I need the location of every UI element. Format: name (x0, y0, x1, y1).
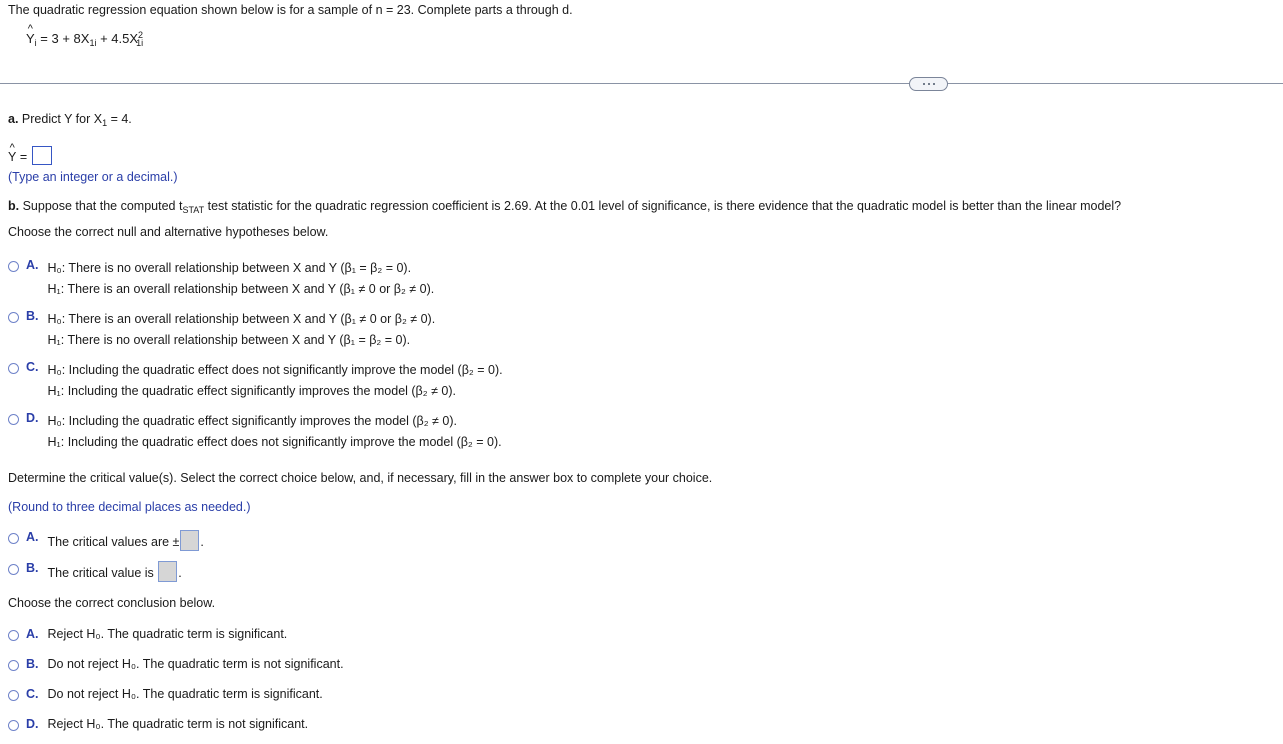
section-divider (0, 76, 1283, 92)
equation-quadratic-term: + 4.5X (100, 31, 139, 46)
critical-value-input[interactable] (158, 561, 178, 582)
option-text: The critical value is . (48, 561, 182, 582)
null-hypothesis-line: H₀: Including the quadratic effect does … (47, 363, 503, 377)
equation-rhs-start: = 3 + 8X (40, 31, 90, 46)
radio-icon[interactable] (8, 363, 19, 374)
y-hat-symbol: ^ Y (26, 24, 35, 47)
regression-equation: ^ Yi = 3 + 8X1i + 4.5X21i (26, 24, 144, 49)
more-options-button[interactable] (909, 77, 948, 91)
part-a-answer-input[interactable] (31, 146, 52, 165)
option-letter: C. (26, 687, 39, 701)
option-letter: B. (26, 561, 39, 575)
conclusion-option-a[interactable]: A. Reject H₀. The quadratic term is sign… (8, 627, 287, 642)
option-letter: D. (26, 717, 39, 731)
y-hat-symbol-answer: ^ Y (8, 143, 16, 165)
radio-icon[interactable] (8, 660, 19, 671)
option-letter: A. (26, 627, 39, 641)
radio-icon[interactable] (8, 720, 19, 731)
option-text: The critical values are ±. (48, 530, 204, 551)
alt-hypothesis-line: H₁: Including the quadratic effect signi… (47, 384, 457, 398)
part-a-subscript: 1 (102, 118, 108, 128)
radio-icon[interactable] (8, 261, 19, 272)
radio-icon[interactable] (8, 414, 19, 425)
option-letter: A. (26, 530, 39, 544)
alt-hypothesis-line: H₁: Including the quadratic effect does … (47, 435, 502, 449)
hat-accent: ^ (27, 23, 33, 35)
option-letter: D. (26, 411, 39, 425)
conclusion-option-b[interactable]: B. Do not reject H₀. The quadratic term … (8, 657, 344, 672)
option-letter: B. (26, 309, 39, 323)
hypothesis-option-c[interactable]: C. H₀: Including the quadratic effect do… (8, 360, 503, 402)
dot-icon (932, 83, 935, 85)
hypothesis-option-b[interactable]: B. H₀: There is an overall relationship … (8, 309, 435, 351)
page-title: The quadratic regression equation shown … (8, 3, 573, 17)
rounding-note: (Round to three decimal places as needed… (8, 500, 251, 514)
critical-value-option-b[interactable]: B. The critical value is . (8, 561, 182, 582)
x1-subscript-2: 1i (136, 38, 144, 48)
exercise-page: The quadratic regression equation shown … (0, 0, 1283, 744)
x1-subscript: 1i (89, 38, 97, 48)
option-text: H₀: Including the quadratic effect does … (48, 360, 503, 402)
part-b-text-before: Suppose that the computed t (22, 199, 183, 213)
radio-icon[interactable] (8, 533, 19, 544)
null-hypothesis-line: H₀: There is no overall relationship bet… (47, 261, 412, 275)
conclusion-option-d[interactable]: D. Reject H₀. The quadratic term is not … (8, 717, 308, 732)
part-a-label: a. (8, 112, 19, 126)
hypothesis-option-d[interactable]: D. H₀: Including the quadratic effect si… (8, 411, 502, 453)
critical-value-option-a[interactable]: A. The critical values are ±. (8, 530, 204, 551)
critical-value-label: The critical value is (47, 566, 154, 580)
null-hypothesis-line: H₀: There is an overall relationship bet… (47, 312, 436, 326)
part-a-answer-row: ^ Y = (8, 143, 53, 165)
option-text: Reject H₀. The quadratic term is signifi… (47, 627, 288, 641)
option-text: Do not reject H₀. The quadratic term is … (47, 687, 323, 701)
option-text: H₀: Including the quadratic effect signi… (48, 411, 502, 453)
part-a-hint: (Type an integer or a decimal.) (8, 170, 178, 184)
option-letter: B. (26, 657, 39, 671)
conclusion-option-c[interactable]: C. Do not reject H₀. The quadratic term … (8, 687, 323, 702)
radio-icon[interactable] (8, 312, 19, 323)
option-text: H₀: There is no overall relationship bet… (48, 258, 435, 300)
hypotheses-instruction: Choose the correct null and alternative … (8, 225, 329, 239)
part-b-label: b. (8, 199, 20, 213)
radio-icon[interactable] (8, 564, 19, 575)
critical-value-instruction: Determine the critical value(s). Select … (8, 471, 713, 485)
conclusion-instruction: Choose the correct conclusion below. (8, 596, 216, 610)
trailing-period: . (178, 566, 182, 580)
hat-accent: ^ (9, 142, 15, 154)
part-a-question: a. Predict Y for X1 = 4. (8, 112, 132, 131)
hypothesis-option-a[interactable]: A. H₀: There is no overall relationship … (8, 258, 434, 300)
equals-sign: = (19, 150, 28, 164)
alt-hypothesis-line: H₁: There is no overall relationship bet… (47, 333, 411, 347)
part-b-text-after: test statistic for the quadratic regress… (207, 199, 1122, 213)
dot-icon (927, 83, 930, 85)
option-letter: A. (26, 258, 39, 272)
part-a-text: Predict Y for X (21, 112, 103, 126)
option-letter: C. (26, 360, 39, 374)
option-text: Reject H₀. The quadratic term is not sig… (47, 717, 309, 731)
part-a-tail: = 4. (110, 112, 132, 126)
alt-hypothesis-line: H₁: There is an overall relationship bet… (47, 282, 435, 296)
null-hypothesis-line: H₀: Including the quadratic effect signi… (47, 414, 457, 428)
trailing-period: . (200, 535, 204, 549)
radio-icon[interactable] (8, 630, 19, 641)
critical-values-input[interactable] (180, 530, 200, 551)
critical-values-label: The critical values are ± (47, 535, 180, 549)
part-b-question: b. Suppose that the computed tSTAT test … (8, 199, 1121, 218)
option-text: H₀: There is an overall relationship bet… (48, 309, 436, 351)
radio-icon[interactable] (8, 690, 19, 701)
dot-icon (922, 83, 925, 85)
divider-line (0, 83, 1283, 84)
tstat-subscript: STAT (182, 205, 205, 215)
option-text: Do not reject H₀. The quadratic term is … (47, 657, 344, 671)
